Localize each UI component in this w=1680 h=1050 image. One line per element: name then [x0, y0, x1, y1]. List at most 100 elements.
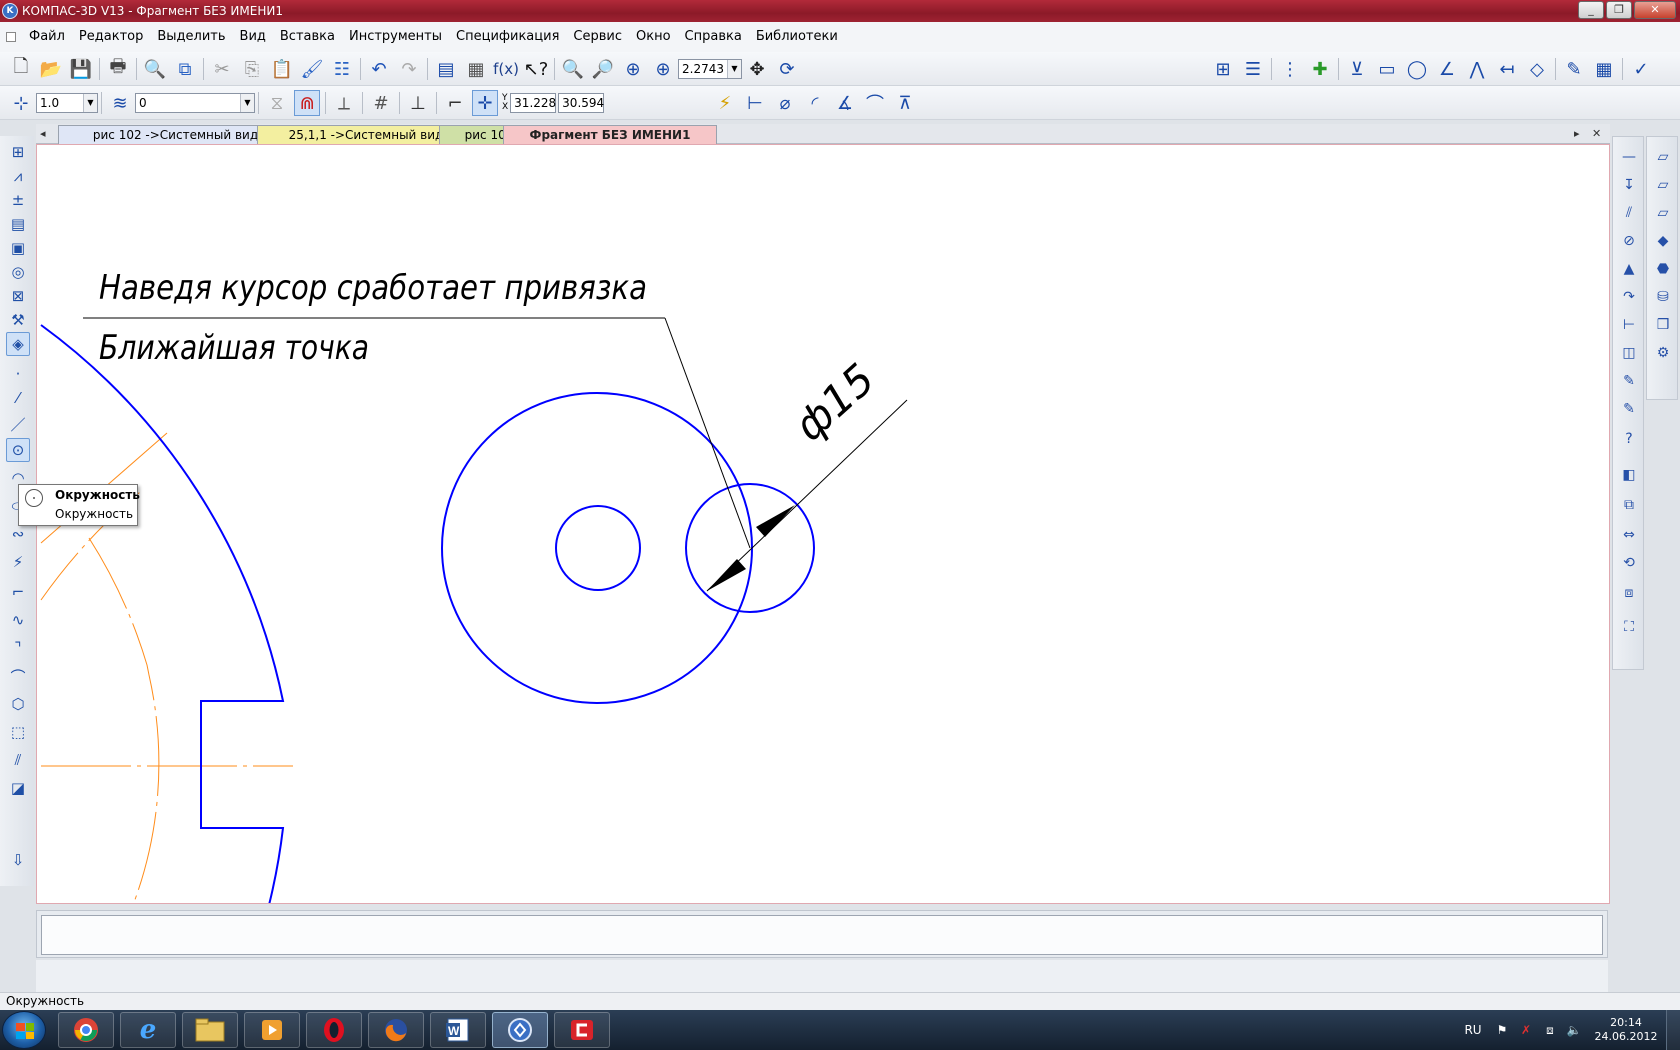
arrow-left-icon[interactable]: ↤ — [1494, 56, 1520, 82]
gears-icon[interactable]: ⚙ — [1651, 341, 1675, 365]
tray-error-icon[interactable]: ✗ — [1517, 1023, 1535, 1037]
zoom-in-icon[interactable]: ⊕ — [650, 56, 676, 82]
clock[interactable]: 20:14 24.06.2012 — [1586, 1016, 1666, 1044]
table-icon[interactable]: ▦ — [1591, 56, 1617, 82]
import-icon[interactable]: ⇩ — [6, 848, 30, 872]
parametrization-icon[interactable]: ▣ — [6, 236, 30, 260]
angle-icon[interactable]: ∠ — [1434, 56, 1460, 82]
symmetry-icon[interactable]: ◫ — [1617, 341, 1641, 365]
block-view-icon[interactable]: ⧈ — [1617, 581, 1641, 605]
fill-icon[interactable]: ◪ — [6, 776, 30, 800]
explorer-icon[interactable] — [182, 1012, 238, 1048]
menu-select[interactable]: Выделить — [150, 22, 232, 52]
help-pointer-icon[interactable]: ↖? — [523, 56, 549, 82]
show-desktop-button[interactable] — [1666, 1010, 1680, 1050]
tab-fragment-unnamed[interactable]: Фрагмент БЕЗ ИМЕНИ1 — [503, 125, 717, 144]
drawing-area[interactable]: Наведя курсор сработает привязка Ближайш… — [36, 144, 1610, 904]
print-icon[interactable]: 🖶 — [105, 56, 131, 82]
dimensions-group-icon[interactable]: ⩘ — [6, 164, 30, 188]
manager-icon[interactable]: ⧉ — [172, 56, 198, 82]
cylinder-icon[interactable]: ⛁ — [1651, 285, 1675, 309]
format-brush-icon[interactable]: 🖌 — [299, 56, 325, 82]
auto-dimension-icon[interactable]: ⚡ — [712, 90, 738, 116]
radius-dimension-icon[interactable]: ◜ — [802, 90, 828, 116]
variables-icon[interactable]: ▦ — [463, 56, 489, 82]
kompas-alt-icon[interactable] — [554, 1012, 610, 1048]
opera-icon[interactable] — [306, 1012, 362, 1048]
measure-group-icon[interactable]: ◎ — [6, 260, 30, 284]
word-icon[interactable]: W — [430, 1012, 486, 1048]
pan-icon[interactable]: ✥ — [744, 56, 770, 82]
solid-icon[interactable]: ◆ — [1651, 229, 1675, 253]
step-icon[interactable]: ⊹ — [8, 90, 34, 116]
media-icon[interactable] — [244, 1012, 300, 1048]
document-menu-icon[interactable] — [6, 32, 16, 42]
menu-view[interactable]: Вид — [233, 22, 273, 52]
frame-select-icon[interactable]: ⛶ — [1617, 615, 1641, 639]
display-icon[interactable]: ▭ — [1374, 56, 1400, 82]
properties-icon[interactable]: ☷ — [329, 56, 355, 82]
linear-dimension-icon[interactable]: ⊢ — [742, 90, 768, 116]
menu-insert[interactable]: Вставка — [273, 22, 342, 52]
open-folder-icon[interactable]: 📂 — [38, 56, 64, 82]
box-icon[interactable]: ❒ — [1651, 313, 1675, 337]
flag-icon[interactable]: ⚑ — [1493, 1023, 1511, 1037]
point-icon[interactable]: · — [6, 362, 30, 386]
vertical-arrow-icon[interactable]: ↧ — [1617, 173, 1641, 197]
restore-button[interactable]: ❐ — [1606, 1, 1632, 19]
tabs-scroll-left-icon[interactable]: ◂ — [40, 124, 46, 144]
paste-icon[interactable]: 📋 — [269, 56, 295, 82]
hammer-icon[interactable]: ⚒ — [6, 308, 30, 332]
menu-help[interactable]: Справка — [678, 22, 749, 52]
points-grid-icon[interactable]: ⋮ — [1277, 56, 1303, 82]
plane-icon[interactable]: ▱ — [1651, 145, 1675, 169]
line-style-icon[interactable]: — — [1617, 145, 1641, 169]
menu-libraries[interactable]: Библиотеки — [749, 22, 845, 52]
layers-manager-icon[interactable]: ▤ — [433, 56, 459, 82]
volume-icon[interactable]: 🔈 — [1565, 1023, 1583, 1037]
chrome-icon[interactable] — [58, 1012, 114, 1048]
language-indicator[interactable]: RU — [1459, 1023, 1487, 1037]
ie-icon[interactable]: e — [120, 1012, 176, 1048]
chamfer-icon[interactable]: ⌝ — [6, 636, 30, 660]
refresh-icon[interactable]: ⟳ — [774, 56, 800, 82]
shapes-group-icon[interactable]: ◈ — [6, 332, 30, 356]
grid-icon[interactable]: # — [368, 90, 394, 116]
rotate-view-icon[interactable]: ⟲ — [1617, 551, 1641, 575]
contour-icon[interactable]: ⬚ — [6, 720, 30, 744]
fillet-icon[interactable]: ⌒ — [6, 664, 30, 688]
arc-dimension-icon[interactable]: ⌒ — [862, 90, 888, 116]
round-icon[interactable]: ⌐ — [442, 90, 468, 116]
menu-specification[interactable]: Спецификация — [449, 22, 566, 52]
polyline-tool-icon[interactable]: ⌐ — [6, 580, 30, 604]
circle-icon[interactable]: ⊙ — [6, 438, 30, 462]
zoom-frame-icon[interactable]: ⊕ — [620, 56, 646, 82]
zoom-combo[interactable]: 2.2743 ▼ — [678, 59, 742, 79]
edit-sheet-icon[interactable]: ✎ — [1561, 56, 1587, 82]
layer-combo[interactable]: 0 ▼ — [135, 93, 255, 113]
menu-service[interactable]: Сервис — [566, 22, 629, 52]
menu-window[interactable]: Окно — [629, 22, 678, 52]
magnet-snap-icon[interactable]: ⋒ — [294, 90, 320, 116]
cut-icon[interactable]: ✂ — [209, 56, 235, 82]
firefox-icon[interactable] — [368, 1012, 424, 1048]
angle-dimension-icon[interactable]: ∡ — [832, 90, 858, 116]
copy-view-icon[interactable]: ⧉ — [1617, 493, 1641, 517]
add-point-icon[interactable]: ✚ — [1307, 56, 1333, 82]
disabled-tool-icon[interactable]: ⧖ — [264, 90, 290, 116]
bezier-icon[interactable]: ∿ — [6, 608, 30, 632]
polyline-icon[interactable]: ⋀ — [1464, 56, 1490, 82]
menu-tools[interactable]: Инструменты — [342, 22, 449, 52]
coord-y-field[interactable]: 30.594 — [558, 93, 605, 113]
kompas-app-icon[interactable]: K — [2, 3, 18, 19]
copy-icon[interactable]: ⎘ — [239, 56, 265, 82]
polygon-icon[interactable]: ⬡ — [6, 692, 30, 716]
auto-line-icon[interactable]: ⚡ — [6, 550, 30, 574]
dimension-12-icon[interactable]: ⊢ — [1617, 313, 1641, 337]
cursor-coords-icon[interactable]: ✛ — [472, 90, 498, 116]
check-icon[interactable]: ✓ — [1628, 56, 1654, 82]
segment-icon[interactable]: ／ — [6, 412, 30, 436]
network-icon[interactable]: ⧈ — [1541, 1023, 1559, 1038]
drawing-svg[interactable]: Наведя курсор сработает привязка Ближайш… — [37, 145, 1610, 904]
geometry-group-icon[interactable]: ⊞ — [6, 140, 30, 164]
